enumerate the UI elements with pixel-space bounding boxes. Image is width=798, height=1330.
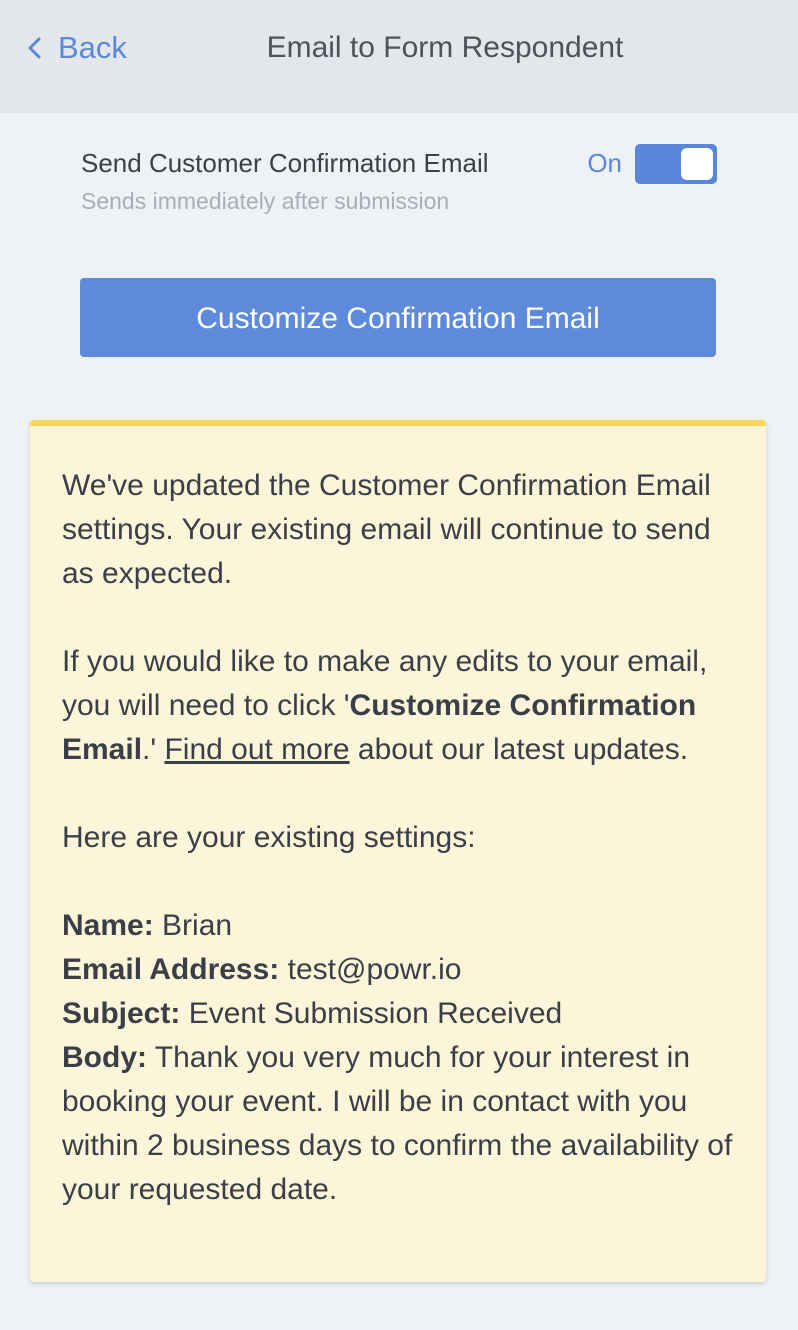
confirmation-email-toggle[interactable]	[635, 144, 717, 184]
notice-text: .'	[142, 733, 165, 766]
setting-sublabel: Sends immediately after submission	[81, 188, 450, 214]
setting-label: Send Customer Confirmation Email	[81, 148, 489, 178]
page-title: Email to Form Respondent	[266, 31, 624, 64]
customize-confirmation-email-button[interactable]: Customize Confirmation Email	[80, 278, 716, 357]
setting-value: Event Submission Received	[180, 997, 563, 1030]
toggle-state-label: On	[587, 148, 622, 178]
setting-key: Name:	[62, 909, 154, 942]
setting-key: Email Address:	[62, 953, 280, 986]
setting-key: Body:	[62, 1041, 147, 1074]
notice-paragraph-existing: Here are your existing settings:	[62, 821, 476, 854]
setting-value: test@powr.io	[279, 953, 462, 986]
find-out-more-link[interactable]: Find out more	[164, 733, 349, 766]
notice-text: about our latest updates.	[349, 733, 689, 766]
header-bar: Back Email to Form Respondent	[0, 0, 798, 113]
setting-name-line: Name: Brian	[62, 904, 734, 948]
update-notice: We've updated the Customer Confirmation …	[30, 420, 766, 1282]
toggle-knob[interactable]	[681, 148, 713, 180]
setting-subject-line: Subject: Event Submission Received	[62, 992, 734, 1036]
confirmation-email-setting: Send Customer Confirmation Email Sends i…	[81, 144, 717, 224]
setting-email-line: Email Address: test@powr.io	[62, 948, 734, 992]
setting-value: Thank you very much for your interest in…	[62, 1041, 733, 1206]
setting-key: Subject:	[62, 997, 181, 1030]
notice-paragraph-intro: We've updated the Customer Confirmation …	[62, 469, 711, 590]
setting-value: Brian	[153, 909, 233, 942]
setting-body-line: Body: Thank you very much for your inter…	[62, 1036, 734, 1212]
notice-paragraph-edit: If you would like to make any edits to y…	[62, 640, 734, 772]
